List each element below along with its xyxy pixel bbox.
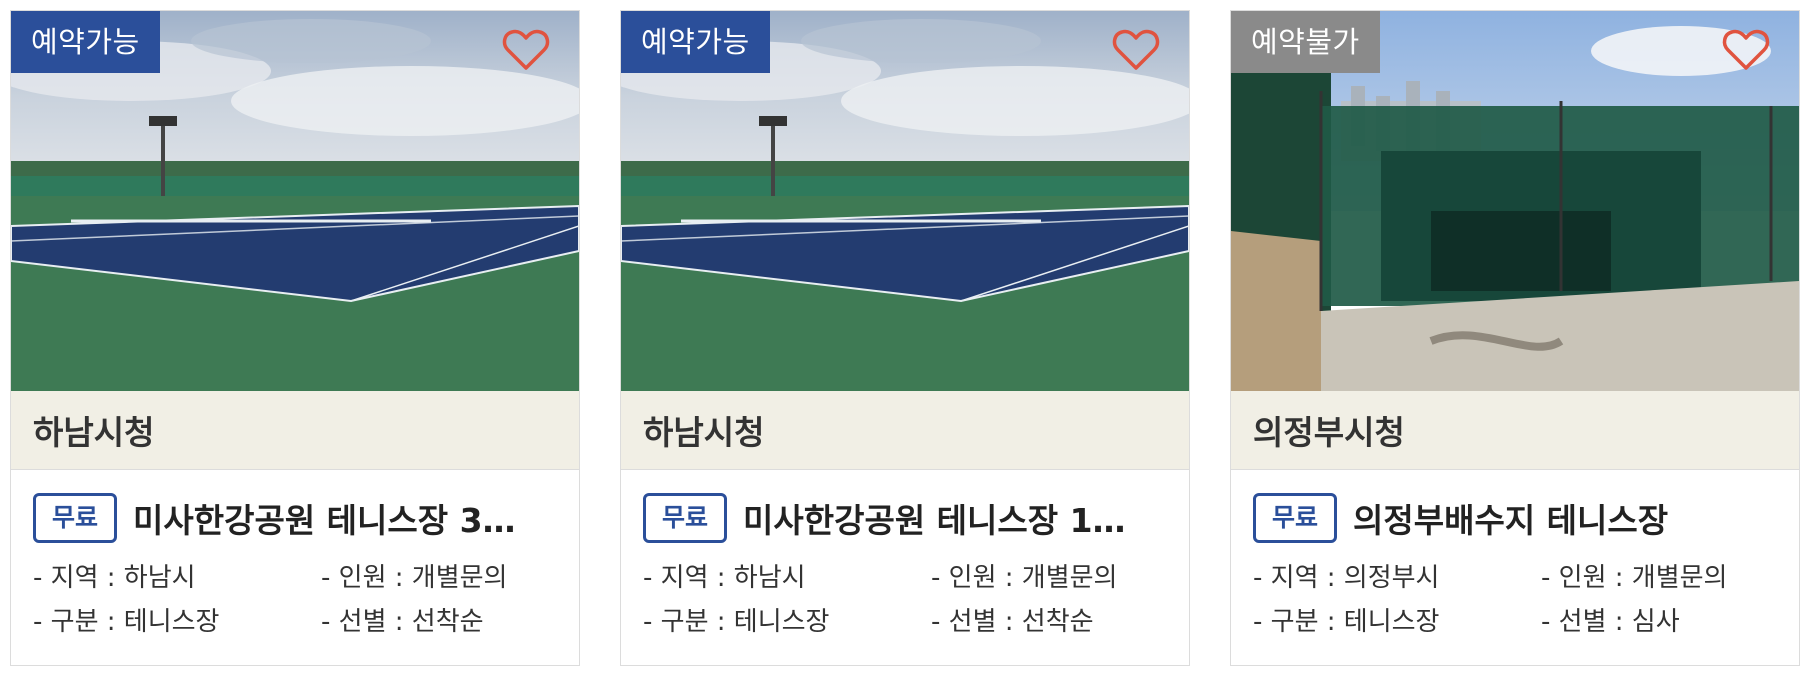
meta-selection: - 선별 : 선착순: [931, 607, 1094, 637]
title-row: 무료 의정부배수지 테니스장: [1253, 490, 1777, 546]
status-badge: 예약가능: [621, 11, 770, 73]
card-body: 무료 미사한강공원 테니스장 1… - 지역 : 하남시 - 인원 : 개별문의…: [621, 470, 1189, 640]
meta-category: - 구분 : 테니스장: [1253, 607, 1440, 637]
status-badge: 예약가능: [11, 11, 160, 73]
title-row: 무료 미사한강공원 테니스장 3…: [33, 490, 557, 546]
meta-region: - 지역 : 하남시: [33, 563, 196, 593]
heart-outline-icon[interactable]: [501, 25, 551, 75]
meta-people: - 인원 : 개별문의: [1541, 563, 1728, 593]
facility-title[interactable]: 미사한강공원 테니스장 3…: [133, 494, 516, 542]
facility-meta: - 지역 : 하남시 - 인원 : 개별문의 - 구분 : 테니스장 - 선별 …: [33, 560, 557, 640]
meta-selection: - 선별 : 선착순: [321, 607, 484, 637]
meta-selection: - 선별 : 심사: [1541, 607, 1680, 637]
card-body: 무료 미사한강공원 테니스장 3… - 지역 : 하남시 - 인원 : 개별문의…: [11, 470, 579, 640]
title-row: 무료 미사한강공원 테니스장 1…: [643, 490, 1167, 546]
facility-card-list: 예약가능 하남시청 무료 미사한강공원 테니스장 3… - 지역 : 하남시 -…: [10, 10, 1804, 666]
meta-category: - 구분 : 테니스장: [33, 607, 220, 637]
organization-name: 의정부시청: [1231, 391, 1799, 470]
facility-photo[interactable]: 예약가능: [621, 11, 1189, 391]
meta-region: - 지역 : 의정부시: [1253, 563, 1440, 593]
facility-title[interactable]: 의정부배수지 테니스장: [1353, 494, 1668, 542]
fee-badge: 무료: [643, 493, 728, 543]
facility-meta: - 지역 : 의정부시 - 인원 : 개별문의 - 구분 : 테니스장 - 선별…: [1253, 560, 1777, 640]
organization-name: 하남시청: [621, 391, 1189, 470]
meta-people: - 인원 : 개별문의: [321, 563, 508, 593]
facility-card[interactable]: 예약가능 하남시청 무료 미사한강공원 테니스장 3… - 지역 : 하남시 -…: [10, 10, 580, 666]
meta-category: - 구분 : 테니스장: [643, 607, 830, 637]
facility-title[interactable]: 미사한강공원 테니스장 1…: [743, 494, 1126, 542]
organization-name: 하남시청: [11, 391, 579, 470]
facility-photo[interactable]: 예약불가: [1231, 11, 1799, 391]
heart-outline-icon[interactable]: [1721, 25, 1771, 75]
fee-badge: 무료: [33, 493, 118, 543]
meta-region: - 지역 : 하남시: [643, 563, 806, 593]
facility-photo[interactable]: 예약가능: [11, 11, 579, 391]
fee-badge: 무료: [1253, 493, 1338, 543]
facility-card[interactable]: 예약불가 의정부시청 무료 의정부배수지 테니스장 - 지역 : 의정부시 - …: [1230, 10, 1800, 666]
facility-card[interactable]: 예약가능 하남시청 무료 미사한강공원 테니스장 1… - 지역 : 하남시 -…: [620, 10, 1190, 666]
status-badge: 예약불가: [1231, 11, 1380, 73]
heart-outline-icon[interactable]: [1111, 25, 1161, 75]
meta-people: - 인원 : 개별문의: [931, 563, 1118, 593]
card-body: 무료 의정부배수지 테니스장 - 지역 : 의정부시 - 인원 : 개별문의 -…: [1231, 470, 1799, 640]
facility-meta: - 지역 : 하남시 - 인원 : 개별문의 - 구분 : 테니스장 - 선별 …: [643, 560, 1167, 640]
